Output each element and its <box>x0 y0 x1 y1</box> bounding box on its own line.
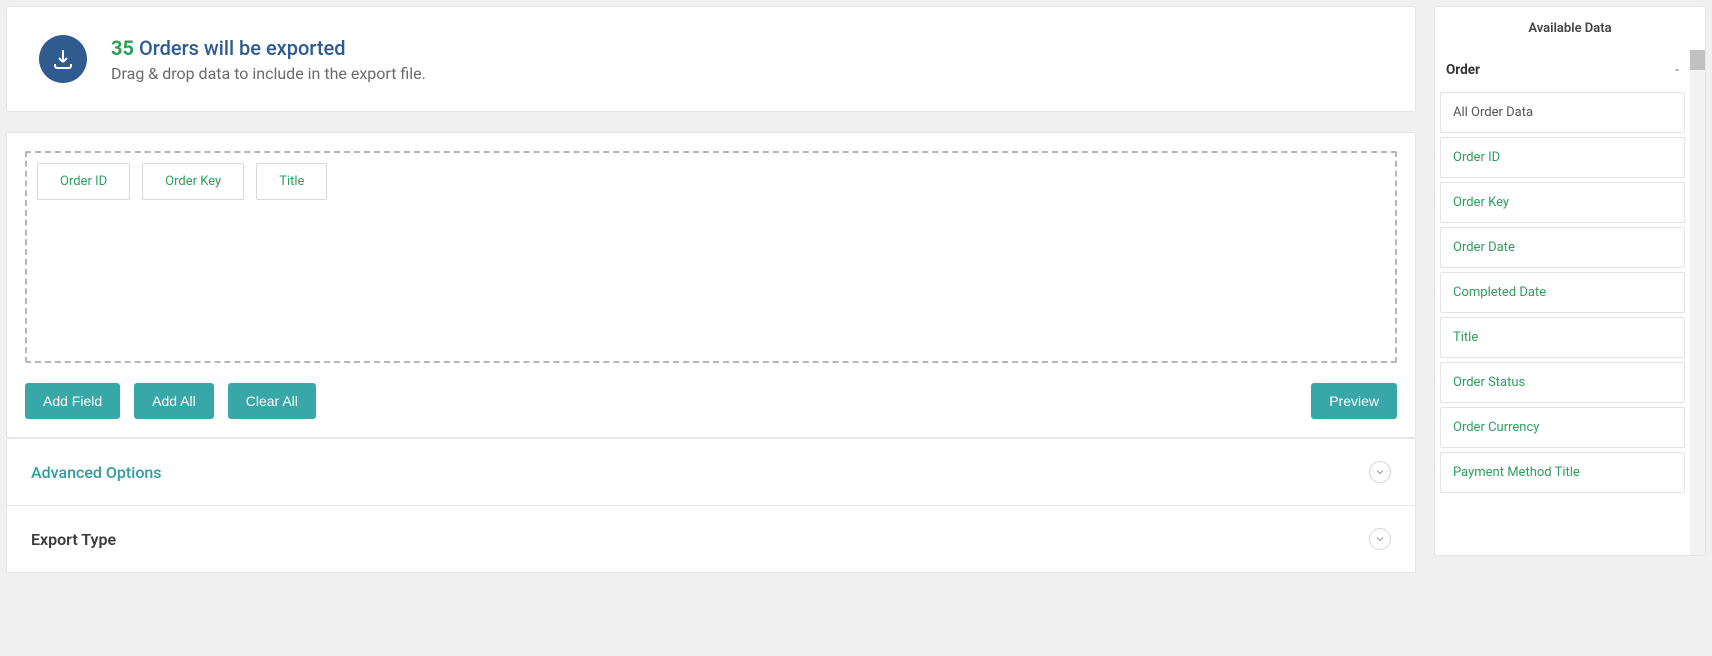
available-data-item[interactable]: Order Currency <box>1440 407 1685 448</box>
available-data-item[interactable]: Completed Date <box>1440 272 1685 313</box>
scrollbar[interactable] <box>1690 50 1705 555</box>
export-header: 35 Orders will be exported Drag & drop d… <box>6 6 1416 112</box>
available-data-item[interactable]: Order Date <box>1440 227 1685 268</box>
add-all-button[interactable]: Add All <box>134 383 214 419</box>
preview-button[interactable]: Preview <box>1311 383 1397 419</box>
clear-all-button[interactable]: Clear All <box>228 383 316 419</box>
collapse-icon: - <box>1675 62 1679 78</box>
export-subtitle: Drag & drop data to include in the expor… <box>111 64 426 83</box>
advanced-options-title: Advanced Options <box>31 463 162 482</box>
available-data-panel: Available Data Order - All Order DataOrd… <box>1434 6 1706 556</box>
available-data-item[interactable]: All Order Data <box>1440 92 1685 133</box>
advanced-options-section[interactable]: Advanced Options <box>7 438 1415 505</box>
export-title: 35 Orders will be exported <box>111 36 426 60</box>
chevron-down-icon[interactable] <box>1369 461 1391 483</box>
field-chip[interactable]: Title <box>256 163 327 200</box>
chevron-down-icon[interactable] <box>1369 528 1391 550</box>
export-type-section[interactable]: Export Type <box>7 505 1415 572</box>
group-order-header[interactable]: Order - <box>1440 50 1685 88</box>
scrollbar-thumb[interactable] <box>1690 50 1705 70</box>
field-chip[interactable]: Order ID <box>37 163 130 200</box>
download-icon <box>39 35 87 83</box>
available-data-title: Available Data <box>1435 7 1705 50</box>
available-data-item[interactable]: Order ID <box>1440 137 1685 178</box>
available-data-item[interactable]: Order Key <box>1440 182 1685 223</box>
export-count: 35 <box>111 36 134 60</box>
export-title-rest: Orders will be exported <box>139 36 346 60</box>
field-chip[interactable]: Order Key <box>142 163 244 200</box>
export-type-title: Export Type <box>31 530 116 549</box>
group-order-label: Order <box>1446 62 1480 78</box>
field-dropzone[interactable]: Order ID Order Key Title <box>25 151 1397 363</box>
available-data-item[interactable]: Payment Method Title <box>1440 452 1685 493</box>
add-field-button[interactable]: Add Field <box>25 383 120 419</box>
available-data-item[interactable]: Title <box>1440 317 1685 358</box>
builder-card: Order ID Order Key Title Add Field Add All… <box>6 132 1416 438</box>
available-data-item[interactable]: Order Status <box>1440 362 1685 403</box>
